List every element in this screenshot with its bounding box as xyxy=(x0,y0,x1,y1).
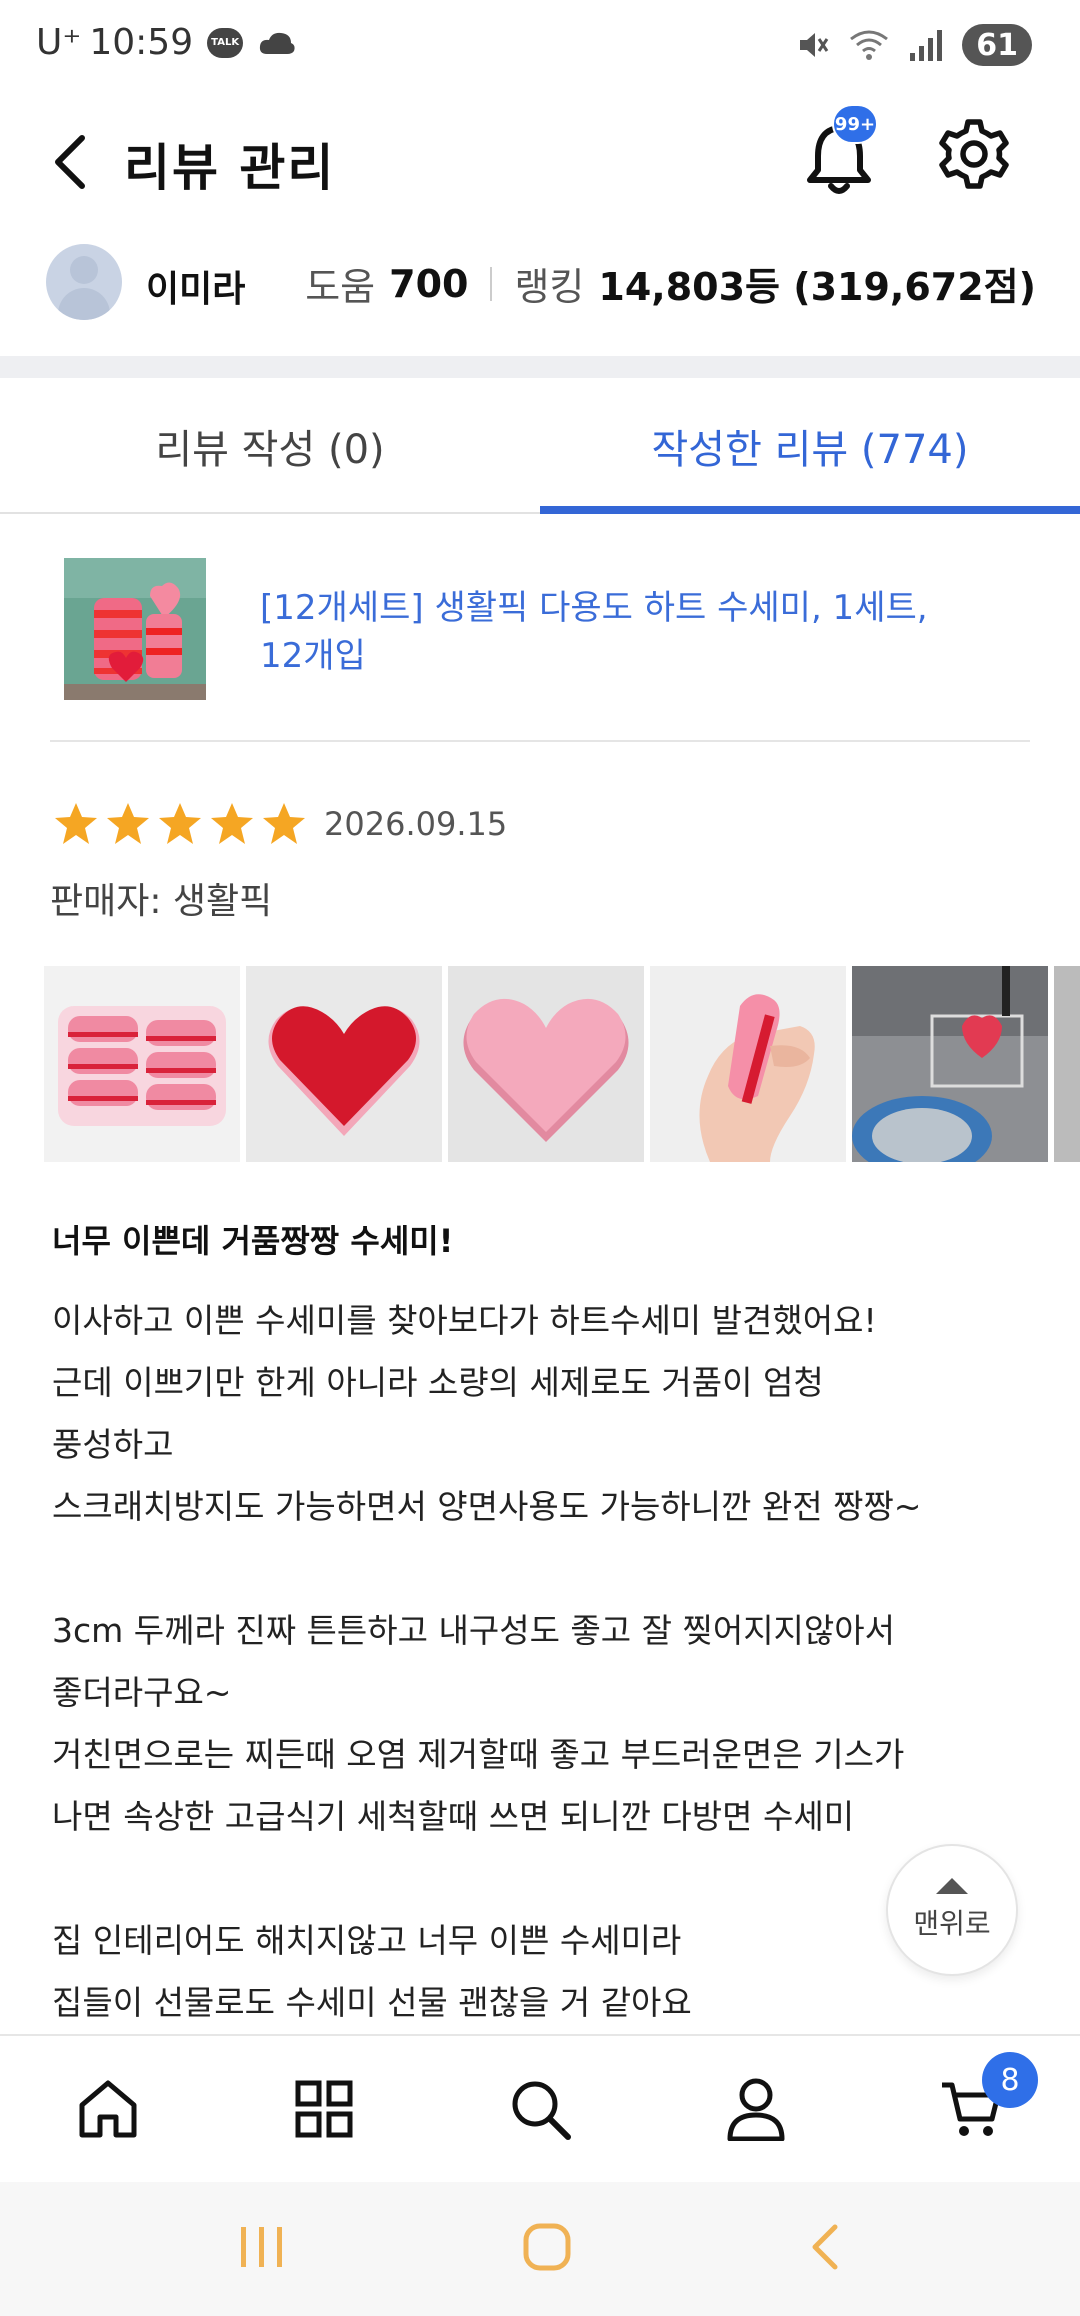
star-icon xyxy=(263,803,305,844)
notification-badge: 99+ xyxy=(832,104,878,144)
review-line: 좋더라구요~ xyxy=(52,1673,232,1712)
product-name[interactable]: [12개세트] 생활픽 다용도 하트 수세미, 1세트, 12개입 xyxy=(260,584,980,680)
stat-divider xyxy=(490,266,493,301)
back-system-button[interactable] xyxy=(809,2223,841,2275)
review-photo[interactable] xyxy=(448,966,644,1162)
photo-sponge-pack xyxy=(44,966,240,1162)
battery-indicator: 61 xyxy=(962,24,1032,66)
bottom-navigation: 8 xyxy=(0,2034,1080,2182)
search-icon xyxy=(512,2081,571,2140)
rank-value: 14,803등 (319,672점) xyxy=(598,265,1036,309)
review-photo[interactable] xyxy=(1054,966,1080,1162)
home-system-button[interactable] xyxy=(522,2222,572,2276)
nav-cart[interactable]: 8 xyxy=(864,2036,1080,2182)
status-left: U⁺ 10:59 TALK xyxy=(36,22,297,63)
nav-search[interactable] xyxy=(432,2036,648,2182)
scroll-to-top-label: 맨위로 xyxy=(913,1907,991,1940)
star-icon xyxy=(159,803,201,844)
cloud-icon xyxy=(259,32,295,54)
user-icon xyxy=(727,2078,785,2141)
review-meta: 2026.09.15 xyxy=(52,800,507,848)
clock: 10:59 xyxy=(89,22,194,63)
review-photo[interactable] xyxy=(44,966,240,1162)
nav-categories[interactable] xyxy=(216,2036,432,2182)
carrier-label: U⁺ xyxy=(36,22,82,63)
photo-red-heart-sponge xyxy=(246,966,442,1162)
review-line: 근데 이쁘기만 한게 아니라 소량의 세제로도 거품이 엄청 xyxy=(52,1363,824,1402)
photo-hand-holding-sponge xyxy=(650,966,846,1162)
star-rating xyxy=(52,800,308,848)
battery-level: 61 xyxy=(976,27,1018,63)
star-icon xyxy=(211,803,253,844)
review-photo[interactable] xyxy=(650,966,846,1162)
arrow-up-icon xyxy=(936,1878,968,1894)
review-photo[interactable] xyxy=(852,966,1048,1162)
home-circle-icon xyxy=(523,2223,571,2271)
gear-icon xyxy=(939,119,1009,189)
status-bar: U⁺ 10:59 TALK 61 xyxy=(0,0,1080,92)
review-line: 거친면으로는 찌든때 오염 제거할때 좋고 부드러운면은 기스가 xyxy=(52,1735,905,1774)
tab-write-review[interactable]: 리뷰 작성 (0) xyxy=(0,378,540,514)
photo-sink-with-sponge xyxy=(852,966,1048,1162)
product-link[interactable]: [12개세트] 생활픽 다용도 하트 수세미, 1세트, 12개입 xyxy=(50,540,1030,742)
tab-written-reviews[interactable]: 작성한 리뷰 (774) xyxy=(540,378,1080,514)
review-date: 2026.09.15 xyxy=(324,805,508,843)
recent-apps-icon xyxy=(240,2227,282,2267)
active-tab-indicator xyxy=(540,506,1080,514)
wifi-icon xyxy=(850,30,889,60)
review-title: 너무 이쁜데 거품짱짱 수세미! xyxy=(52,1222,454,1260)
section-divider xyxy=(0,356,1080,378)
talk-notification-icon: TALK xyxy=(207,27,244,58)
star-icon xyxy=(55,803,97,844)
app-header: 리뷰 관리 99+ xyxy=(0,92,1080,232)
talk-icon-label: TALK xyxy=(211,37,240,48)
cart-count-badge: 8 xyxy=(982,2052,1038,2108)
help-value: 700 xyxy=(389,261,469,306)
back-button[interactable] xyxy=(40,112,100,212)
nav-my-page[interactable] xyxy=(648,2036,864,2182)
review-tabs: 리뷰 작성 (0) 작성한 리뷰 (774) xyxy=(0,378,1080,514)
photo-pink-heart-sponge xyxy=(448,966,644,1162)
product-image xyxy=(64,558,206,700)
avatar-body-shape xyxy=(58,288,110,320)
user-name: 이미라 xyxy=(146,269,246,310)
chevron-left-icon xyxy=(55,135,85,189)
settings-button[interactable] xyxy=(932,104,1016,204)
system-navigation-bar xyxy=(0,2182,1080,2316)
recent-apps-button[interactable] xyxy=(239,2225,285,2273)
scroll-to-top-button[interactable]: 맨위로 xyxy=(886,1844,1018,1976)
signal-icon xyxy=(910,30,943,61)
review-line: 3cm 두께라 진짜 튼튼하고 내구성도 좋고 잘 찢어지지않아서 xyxy=(52,1611,895,1650)
nav-home[interactable] xyxy=(0,2036,216,2182)
star-icon xyxy=(107,803,149,844)
product-thumbnail[interactable] xyxy=(64,558,206,700)
back-arrow-icon xyxy=(812,2224,838,2270)
review-line: 풍성하고 xyxy=(52,1425,174,1464)
review-line xyxy=(52,1538,1042,1600)
review-photo-strip[interactable] xyxy=(44,966,1080,1164)
review-photo[interactable] xyxy=(246,966,442,1162)
grid-icon xyxy=(295,2080,353,2138)
rank-label: 랭킹 xyxy=(514,265,585,309)
seller-label: 판매자: 생활픽 xyxy=(50,881,273,922)
review-line: 스크래치방지도 가능하면서 양면사용도 가능하니깐 완전 짱짱~ xyxy=(52,1487,922,1526)
user-stats: 도움 700 랭킹 14,803등 (319,672점) xyxy=(305,256,1036,311)
profile-summary: 이미라 도움 700 랭킹 14,803등 (319,672점) xyxy=(0,232,1080,356)
review-line: 집들이 선물로도 수세미 선물 괜찮을 거 같아요 xyxy=(52,1983,692,2022)
review-line: 나면 속상한 고급식기 세척할때 쓰면 되니깐 다방면 수세미 xyxy=(52,1797,855,1836)
home-icon xyxy=(79,2080,137,2138)
help-label: 도움 xyxy=(305,265,376,309)
avatar-head-shape xyxy=(70,256,98,284)
review-line: 이사하고 이쁜 수세미를 찾아보다가 하트수세미 발견했어요! xyxy=(52,1301,877,1340)
status-right: 61 xyxy=(794,24,1032,66)
avatar xyxy=(46,244,122,320)
page-title: 리뷰 관리 xyxy=(124,139,336,197)
mute-icon xyxy=(800,33,829,57)
